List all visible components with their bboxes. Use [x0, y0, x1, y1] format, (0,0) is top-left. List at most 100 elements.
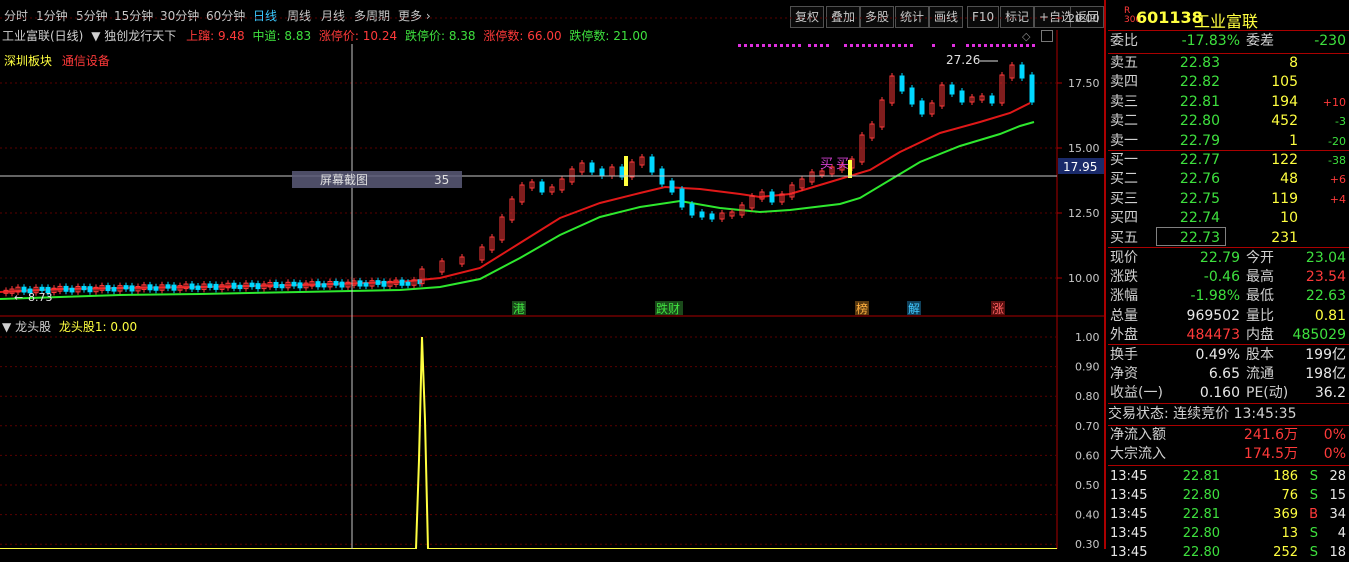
flow-pct: 0%: [1323, 446, 1346, 462]
flow-value: 241.6万: [1243, 427, 1298, 443]
tick-time: 13:45: [1110, 488, 1148, 503]
bids-row[interactable]: 买一 22.77 122 -38: [1108, 151, 1348, 170]
flag-rank-label: 榜: [856, 301, 868, 316]
signal-dot: [972, 44, 975, 47]
ma-red-line: [0, 102, 1031, 293]
signal-dot: [1008, 44, 1011, 47]
stat-label: PE(动): [1246, 385, 1289, 401]
separator: [1108, 247, 1349, 248]
tick-count: 28: [1329, 469, 1346, 484]
asks-volume: 1: [1289, 132, 1298, 149]
tick-row[interactable]: 13:45 22.80 13 S 4: [1108, 524, 1348, 543]
flow-label: 大宗流入: [1110, 446, 1166, 462]
sub-tick-label: 0.30: [1075, 538, 1100, 549]
stat-label: 流通: [1246, 366, 1274, 382]
bids-label: 买四: [1110, 210, 1138, 227]
sub-tick-label: 0.40: [1075, 509, 1100, 522]
tick-row[interactable]: 13:45 22.80 76 S 15: [1108, 486, 1348, 505]
candle-body: [255, 283, 261, 290]
kline-chart[interactable]: 25.0022.5020.0017.5015.0012.5010.00 1.00…: [0, 0, 1104, 549]
stat-label: 净资: [1110, 366, 1138, 382]
signal-dot: [768, 44, 771, 47]
bids-row[interactable]: 买三 22.75 119 +4: [1108, 190, 1348, 209]
crosshair-price: 17.95: [1063, 160, 1097, 174]
stat-row: 涨幅 -1.98% 最低 22.63: [1108, 287, 1348, 306]
stat-value: 22.63: [1305, 288, 1346, 305]
stat-label: 总量: [1110, 307, 1138, 324]
signal-dot: [862, 44, 865, 47]
asks-row[interactable]: 卖一 22.79 1 -20: [1108, 132, 1348, 151]
signal-dot: [892, 44, 895, 47]
candle-body: [989, 95, 995, 104]
stat-row: 现价 22.79 今开 23.04: [1108, 249, 1348, 268]
bids-volume: 119: [1271, 190, 1298, 207]
signal-dot: [984, 44, 987, 47]
signal-dot: [780, 44, 783, 47]
asks-row[interactable]: 卖二 22.80 452 -3: [1108, 112, 1348, 131]
candle-body: [689, 203, 695, 216]
candle-body: [279, 284, 285, 289]
asks-row[interactable]: 卖五 22.83 8: [1108, 54, 1348, 73]
tick-row[interactable]: 13:45 22.80 252 S 18: [1108, 543, 1348, 562]
stat-value: 485029: [1292, 326, 1346, 343]
stat-label: 收益(一): [1110, 385, 1163, 401]
candle-body: [909, 87, 915, 105]
candle-body: [147, 284, 153, 291]
flow-label: 净流入额: [1110, 427, 1166, 443]
signal-dot: [952, 44, 955, 47]
flag-finance-label: 跌财: [656, 301, 680, 316]
flow-value: 174.5万: [1243, 446, 1298, 462]
tick-time: 13:45: [1110, 469, 1148, 484]
stat-value: 198亿: [1305, 366, 1346, 382]
candle-body: [213, 283, 219, 290]
asks-row[interactable]: 卖三 22.81 194 +10: [1108, 93, 1348, 112]
candle-body: [375, 280, 381, 285]
stat-row: 总量 969502 量比 0.81: [1108, 307, 1348, 326]
buy-marker-1: 买: [820, 157, 833, 172]
candle-body: [599, 168, 605, 177]
low-pointer-arrow: ←: [14, 291, 23, 304]
stat-value: -1.98%: [1190, 288, 1240, 305]
sub-indicator-name[interactable]: 龙头股: [15, 320, 51, 334]
tick-volume: 186: [1273, 469, 1298, 484]
stat-value: 23.54: [1305, 269, 1346, 286]
sub-indicator-menu-icon[interactable]: ▼: [2, 320, 11, 334]
stat-label: 股本: [1246, 347, 1274, 363]
tick-row[interactable]: 13:45 22.81 186 S 28: [1108, 467, 1348, 486]
sub-tick-label: 0.50: [1075, 479, 1100, 492]
asks-row[interactable]: 卖四 22.82 105: [1108, 73, 1348, 92]
signal-dot: [996, 44, 999, 47]
candle-body: [899, 75, 905, 92]
signal-dot: [738, 44, 741, 47]
bids-row[interactable]: 买二 22.76 48 +6: [1108, 170, 1348, 189]
candle-body: [63, 285, 69, 292]
stock-name: 工业富联: [1194, 12, 1259, 31]
tick-row[interactable]: 13:45 22.81 369 B 34: [1108, 505, 1348, 524]
asks-label: 卖二: [1110, 113, 1138, 130]
signal-dot: [966, 44, 969, 47]
signal-dot: [786, 44, 789, 47]
bids-row[interactable]: 买五 22.73 231: [1108, 229, 1348, 248]
candle-body: [321, 283, 327, 288]
tick-price: 22.80: [1182, 488, 1220, 503]
tick-side: S: [1309, 545, 1318, 560]
trade-status: 交易状态: 连续竞价 13:45:35: [1108, 406, 1297, 422]
signal-dot: [850, 44, 853, 47]
asks-price: 22.83: [1179, 55, 1220, 71]
tick-volume: 369: [1273, 507, 1298, 522]
sub-panel-header: ▼ 龙头股 龙头股1: 0.00: [2, 318, 137, 335]
candle-body: [539, 181, 545, 193]
asks-volume: 105: [1271, 74, 1298, 91]
signal-dot: [856, 44, 859, 47]
candle-body: [195, 285, 201, 290]
signal-dot: [820, 44, 823, 47]
candle-body: [339, 281, 345, 288]
candle-body: [87, 286, 93, 293]
bids-row[interactable]: 买四 22.74 10: [1108, 209, 1348, 228]
stat-value: 6.65: [1208, 366, 1240, 382]
asks-change: -20: [1328, 134, 1346, 148]
asks-label: 卖一: [1110, 132, 1138, 149]
price-grid: [0, 17, 1057, 279]
stat-label: 量比: [1246, 307, 1274, 324]
separator: [1108, 403, 1349, 404]
